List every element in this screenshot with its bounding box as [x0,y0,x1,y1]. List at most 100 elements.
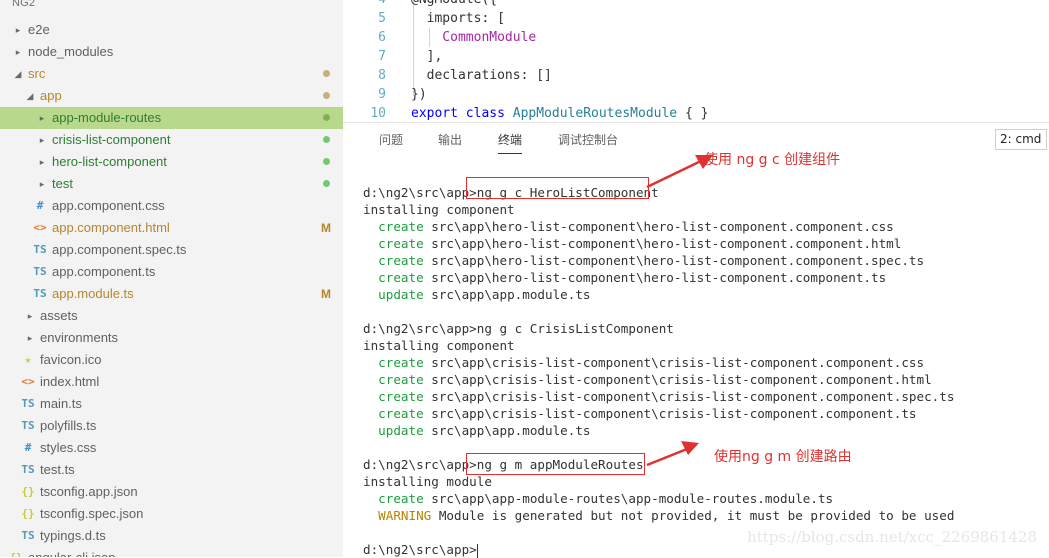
tree-item-label: app.component.spec.ts [52,242,187,257]
tree-item-node-modules[interactable]: ▸ node_modules [0,41,343,63]
tree-item-label: app.module.ts [52,286,134,301]
line-text: ], [411,49,443,64]
chevron-right-icon[interactable]: ▸ [36,173,48,195]
line-number: 6 [378,30,386,45]
line-text: }) [411,87,427,102]
git-status-dot [323,180,330,187]
line-text: @NgModule({ [411,0,497,9]
chevron-right-icon[interactable]: ▸ [12,41,24,63]
terminal-keyword: create [363,270,424,285]
tree-item-label: hero-list-component [52,154,167,169]
terminal-keyword: update [363,423,424,438]
tree-item-label: app.component.html [52,220,170,235]
terminal-line: update src\app\app.module.ts [363,422,590,439]
line-number: 10 [370,106,386,121]
tree-item-app-component-spec-ts[interactable]: TS app.component.spec.ts [0,239,343,261]
tree-item-polyfills-ts[interactable]: TS polyfills.ts [0,415,343,437]
typescript-file-icon: TS [33,265,47,278]
code-line: 10 export class AppModuleRoutesModule { } [343,104,1049,122]
terminal-keyword: create [363,372,424,387]
tree-item-styles-css[interactable]: # styles.css [0,437,343,459]
code-line: 6 CommonModule [343,28,1049,47]
terminal-prompt: d:\ng2\src\app> [363,185,477,200]
git-status-dot [323,136,330,143]
chevron-right-icon[interactable]: ▸ [36,151,48,173]
terminal-text: src\app\hero-list-component\hero-list-co… [423,219,894,234]
terminal-keyword: create [363,219,424,234]
chevron-down-icon[interactable]: ◢ [24,85,36,107]
tree-item-src[interactable]: ◢ src [0,63,343,85]
terminal-line: create src\app\hero-list-component\hero-… [363,218,894,235]
tree-item-test-ts[interactable]: TS test.ts [0,459,343,481]
tree-item-label: main.ts [40,396,82,411]
tree-item-label: environments [40,330,119,345]
tree-item-assets[interactable]: ▸ assets [0,305,343,327]
tree-item-crisis-list-component[interactable]: ▸ crisis-list-component [0,129,343,151]
tree-item-favicon-ico[interactable]: ★ favicon.ico [0,349,343,371]
line-text: imports: [ [411,11,505,26]
terminal-text: src\app\app.module.ts [423,287,591,302]
tab-problems[interactable]: 问题 [379,131,403,148]
terminal-text: src\app\app.module.ts [423,423,591,438]
tab-debug-console[interactable]: 调试控制台 [558,131,618,148]
chevron-right-icon[interactable]: ▸ [24,305,36,327]
terminal-text: installing component [363,338,515,353]
bottom-panel: 问题 输出 终端 调试控制台 2: cmd d:\ng2\src\app>ng … [343,122,1049,558]
tree-item-label: typings.d.ts [40,528,106,543]
code-editor[interactable]: 4@NgModule({5 imports: [6 CommonModule7 … [343,0,1049,122]
terminal-line: create src\app\hero-list-component\hero-… [363,252,924,269]
chevron-right-icon[interactable]: ▸ [24,327,36,349]
tree-item-app[interactable]: ◢ app [0,85,343,107]
tree-item-angular-cli-json[interactable]: {} angular-cli.json [0,547,343,557]
terminal-text: src\app\app-module-routes\app-module-rou… [423,491,834,506]
tree-item-main-ts[interactable]: TS main.ts [0,393,343,415]
tree-item-label: polyfills.ts [40,418,97,433]
tree-item-test[interactable]: ▸ test [0,173,343,195]
tab-output[interactable]: 输出 [438,131,462,148]
terminal-text: src\app\hero-list-component\hero-list-co… [423,270,887,285]
json-file-icon: {} [8,547,24,557]
tree-item-label: favicon.ico [40,352,102,367]
chevron-down-icon[interactable]: ◢ [12,63,24,85]
tree-item-app-module-routes[interactable]: ▸ app-module-routes [0,107,343,129]
terminal-line: create src\app\crisis-list-component\cri… [363,405,916,422]
tree-item-app-component-html[interactable]: <> app.component.html M [0,217,343,239]
tree-item-app-component-css[interactable]: # app.component.css [0,195,343,217]
tree-item-app-module-ts[interactable]: TS app.module.ts M [0,283,343,305]
tree-item-e2e[interactable]: ▸ e2e [0,19,343,41]
tree-item-tsconfig-spec-json[interactable]: {} tsconfig.spec.json [0,503,343,525]
terminal-select[interactable]: 2: cmd [995,129,1047,150]
tree-item-index-html[interactable]: <> index.html [0,371,343,393]
project-title[interactable]: NG2 [0,0,35,15]
terminal-line: create src\app\crisis-list-component\cri… [363,354,924,371]
git-status-badge: M [321,287,331,301]
tree-item-hero-list-component[interactable]: ▸ hero-list-component [0,151,343,173]
terminal-keyword: create [363,406,424,421]
git-status-dot [323,158,330,165]
highlight-box-2 [466,453,645,475]
tree-item-app-component-ts[interactable]: TS app.component.ts [0,261,343,283]
tree-item-environments[interactable]: ▸ environments [0,327,343,349]
annotation-create-routes: 使用ng g m 创建路由 [714,449,852,465]
chevron-right-icon[interactable]: ▸ [36,107,48,129]
terminal-line: installing component [363,201,515,218]
line-text: export class AppModuleRoutesModule { } [411,106,709,121]
html-file-icon: <> [33,221,47,234]
git-status-dot [323,70,330,77]
code-line: 8 declarations: [] [343,66,1049,85]
terminal-text: installing module [363,474,492,489]
tab-terminal[interactable]: 终端 [498,131,523,154]
terminal-line: d:\ng2\src\app>ng g c CrisisListComponen… [363,320,674,337]
git-status-dot [323,114,330,121]
tree-item-label: src [28,66,46,81]
terminal-text: src\app\crisis-list-component\crisis-lis… [423,389,955,404]
chevron-right-icon[interactable]: ▸ [36,129,48,151]
terminal-keyword: create [363,355,424,370]
line-number: 5 [378,11,386,26]
tree-item-tsconfig-app-json[interactable]: {} tsconfig.app.json [0,481,343,503]
terminal-prompt: d:\ng2\src\app> [363,542,477,557]
terminal-text: installing component [363,202,515,217]
chevron-right-icon[interactable]: ▸ [12,19,24,41]
file-explorer: NG2 ▸ e2e ▸ node_modules ◢ src ◢ app ▸ app-module… [0,0,343,557]
tree-item-typings-d-ts[interactable]: TS typings.d.ts [0,525,343,547]
